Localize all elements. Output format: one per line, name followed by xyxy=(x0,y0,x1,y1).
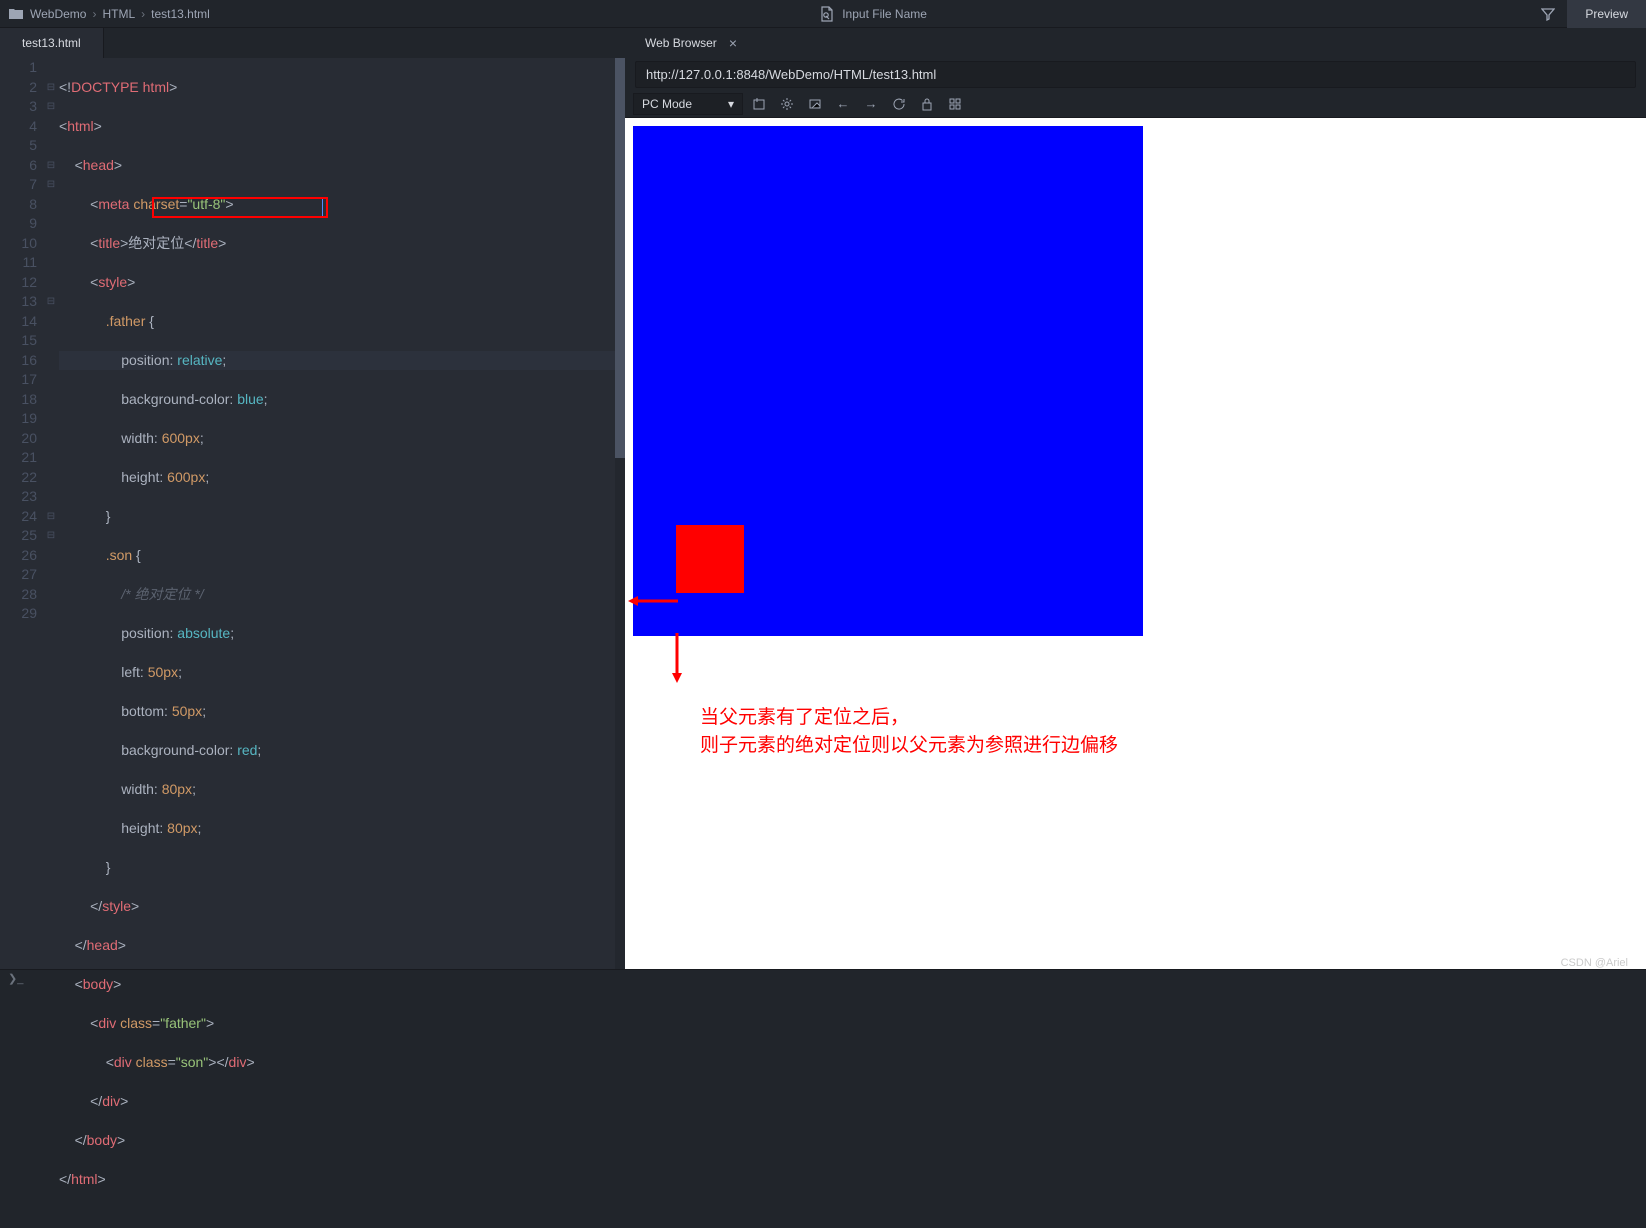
browser-toolbar: PC Mode ▾ ← → xyxy=(625,90,1646,118)
browser-tab[interactable]: Web Browser × xyxy=(635,28,747,58)
lock-icon[interactable] xyxy=(915,92,939,116)
breadcrumb-root[interactable]: WebDemo xyxy=(30,7,86,21)
annotation-text: 当父元素有了定位之后， 则子元素的绝对定位则以父元素为参照进行边偏移 xyxy=(700,704,1118,760)
breadcrumb[interactable]: WebDemo › HTML › test13.html xyxy=(0,7,218,21)
chevron-right-icon: › xyxy=(92,7,96,21)
breadcrumb-folder[interactable]: HTML xyxy=(102,7,135,21)
chevron-down-icon: ▾ xyxy=(728,97,734,111)
top-right: Preview xyxy=(1529,0,1646,28)
url-input[interactable] xyxy=(635,61,1636,88)
search-placeholder: Input File Name xyxy=(842,7,927,21)
browser-tab-label: Web Browser xyxy=(645,36,717,50)
new-window-icon[interactable] xyxy=(747,92,771,116)
line-gutter: 1234567891011121314151617181920212223242… xyxy=(0,58,45,1228)
fold-gutter: ⊟⊟⊟⊟⊟⊟⊟ xyxy=(45,58,57,1228)
text-cursor xyxy=(322,199,323,216)
breadcrumb-file[interactable]: test13.html xyxy=(151,7,210,21)
editor-pane: test13.html 1234567891011121314151617181… xyxy=(0,28,625,969)
browser-tab-bar: Web Browser × xyxy=(625,28,1646,58)
refresh-icon[interactable] xyxy=(887,92,911,116)
code-content[interactable]: <!DOCTYPE html> <html> <head> <meta char… xyxy=(57,58,625,1228)
mode-select[interactable]: PC Mode ▾ xyxy=(633,93,743,115)
watermark: CSDN @Ariel xyxy=(1561,957,1628,969)
top-bar: WebDemo › HTML › test13.html Input File … xyxy=(0,0,1646,28)
arrow-left-icon xyxy=(628,595,678,607)
back-icon[interactable]: ← xyxy=(831,92,855,116)
chevron-right-icon: › xyxy=(141,7,145,21)
browser-pane: Web Browser × PC Mode ▾ ← → xyxy=(625,28,1646,969)
son-box xyxy=(676,525,744,593)
code-editor[interactable]: 1234567891011121314151617181920212223242… xyxy=(0,58,625,1228)
grid-icon[interactable] xyxy=(943,92,967,116)
close-icon[interactable]: × xyxy=(729,35,737,51)
search-bar[interactable]: Input File Name xyxy=(218,6,1529,22)
browser-viewport: 当父元素有了定位之后， 则子元素的绝对定位则以父元素为参照进行边偏移 xyxy=(625,118,1646,969)
url-bar xyxy=(625,58,1646,90)
gear-icon[interactable] xyxy=(775,92,799,116)
folder-icon xyxy=(8,7,24,21)
father-box xyxy=(633,126,1143,636)
editor-tabs: test13.html xyxy=(0,28,625,58)
preview-button[interactable]: Preview xyxy=(1567,0,1646,28)
forward-icon[interactable]: → xyxy=(859,92,883,116)
arrow-down-icon xyxy=(671,633,683,683)
screenshot-icon[interactable] xyxy=(803,92,827,116)
editor-scrollbar[interactable] xyxy=(615,58,625,969)
mode-label: PC Mode xyxy=(642,97,692,111)
editor-tab[interactable]: test13.html xyxy=(0,28,104,58)
file-search-icon xyxy=(820,6,834,22)
filter-icon[interactable] xyxy=(1529,7,1567,21)
